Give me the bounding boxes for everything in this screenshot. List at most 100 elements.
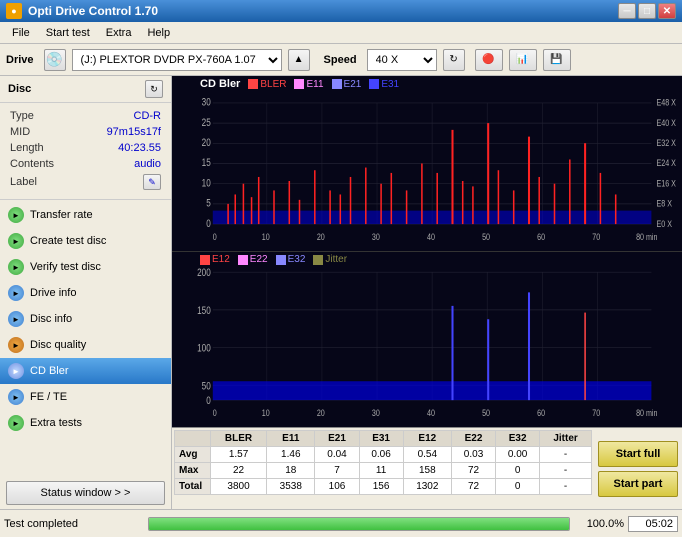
stats-avg-label: Avg [175, 447, 211, 463]
mid-label: MID [10, 125, 77, 139]
svg-text:30: 30 [202, 97, 211, 109]
sidebar-item-disc-quality[interactable]: ► Disc quality [0, 332, 171, 358]
nav-icon-disc-quality: ► [8, 337, 24, 353]
stats-total-e11: 3538 [267, 479, 315, 495]
sidebar-item-verify-test-disc[interactable]: ► Verify test disc [0, 254, 171, 280]
stats-col-e32: E32 [496, 431, 540, 447]
legend-e12-label: E12 [212, 254, 230, 265]
sidebar-item-disc-info[interactable]: ► Disc info [0, 306, 171, 332]
stats-total-e31: 156 [359, 479, 403, 495]
length-label: Length [10, 141, 77, 155]
legend-jitter-label: Jitter [325, 254, 347, 265]
sidebar-item-extra-tests[interactable]: ► Extra tests [0, 410, 171, 436]
mid-value: 97m15s17f [79, 125, 161, 139]
refresh-speed-button[interactable]: ↻ [443, 49, 465, 71]
sidebar-item-transfer-rate[interactable]: ► Transfer rate [0, 202, 171, 228]
drive-label: Drive [6, 54, 34, 66]
stats-max-bler: 22 [211, 463, 267, 479]
sidebar-item-fe-te[interactable]: ► FE / TE [0, 384, 171, 410]
options-button-2[interactable]: 📊 [509, 49, 537, 71]
top-chart-title: CD Bler [200, 78, 240, 90]
stats-avg-e21: 0.04 [315, 447, 359, 463]
speed-select[interactable]: 40 X [367, 49, 437, 71]
svg-text:E48 X: E48 X [657, 97, 677, 108]
drive-select[interactable]: (J:) PLEXTOR DVDR PX-760A 1.07 [72, 49, 282, 71]
top-chart-svg: 30 25 20 15 10 5 0 0 10 20 30 40 50 60 7… [172, 76, 682, 251]
legend-bler: BLER [248, 79, 286, 90]
stats-col-e21: E21 [315, 431, 359, 447]
close-button[interactable]: ✕ [658, 3, 676, 19]
svg-text:60: 60 [537, 231, 545, 242]
svg-text:50: 50 [202, 380, 211, 392]
svg-text:20: 20 [202, 137, 211, 149]
menu-file[interactable]: File [4, 25, 38, 41]
nav-label-fe-te: FE / TE [30, 391, 67, 403]
sidebar-item-drive-info[interactable]: ► Drive info [0, 280, 171, 306]
disc-contents-row: Contents audio [10, 157, 161, 171]
minimize-button[interactable]: ─ [618, 3, 636, 19]
legend-e11-label: E11 [306, 79, 323, 90]
stats-avg-bler: 1.57 [211, 447, 267, 463]
legend-e31-color [369, 79, 379, 89]
disc-header: Disc ↻ [0, 76, 171, 103]
nav-icon-extra-tests: ► [8, 415, 24, 431]
svg-text:20: 20 [317, 231, 325, 242]
status-window-button[interactable]: Status window > > [6, 481, 165, 505]
stats-panel: BLER E11 E21 E31 E12 E22 E32 Jitter Avg [172, 427, 682, 509]
menu-extra[interactable]: Extra [98, 25, 140, 41]
menu-help[interactable]: Help [139, 25, 178, 41]
stats-header-row: BLER E11 E21 E31 E12 E22 E32 Jitter [175, 431, 592, 447]
label-edit-button[interactable]: ✎ [143, 174, 161, 190]
nav-icon-verify-test-disc: ► [8, 259, 24, 275]
disc-length-row: Length 40:23.55 [10, 141, 161, 155]
nav-icon-fe-te: ► [8, 389, 24, 405]
svg-text:60: 60 [537, 407, 545, 418]
nav-label-drive-info: Drive info [30, 287, 76, 299]
svg-text:200: 200 [197, 267, 211, 279]
start-full-button[interactable]: Start full [598, 441, 678, 467]
stats-avg-e31: 0.06 [359, 447, 403, 463]
menu-start-test[interactable]: Start test [38, 25, 98, 41]
maximize-button[interactable]: □ [638, 3, 656, 19]
legend-e22: E22 [238, 254, 268, 265]
stats-col-empty [175, 431, 211, 447]
stats-col-bler: BLER [211, 431, 267, 447]
svg-text:0: 0 [213, 231, 217, 242]
drivebar: Drive 💿 (J:) PLEXTOR DVDR PX-760A 1.07 ▲… [0, 44, 682, 76]
stats-col-e12: E12 [403, 431, 451, 447]
type-value: CD-R [79, 109, 161, 123]
progress-percent: 100.0% [574, 518, 624, 530]
legend-e22-label: E22 [250, 254, 268, 265]
stats-total-row: Total 3800 3538 106 156 1302 72 0 - [175, 479, 592, 495]
nav-label-extra-tests: Extra tests [30, 417, 82, 429]
legend-e32-color [276, 255, 286, 265]
svg-text:70: 70 [592, 407, 600, 418]
contents-value: audio [79, 157, 161, 171]
svg-text:25: 25 [202, 117, 211, 129]
disc-label-value: ✎ [79, 173, 161, 191]
start-part-button[interactable]: Start part [598, 471, 678, 497]
drive-icon: 💿 [44, 49, 66, 71]
stats-col-e31: E31 [359, 431, 403, 447]
save-button[interactable]: 💾 [543, 49, 571, 71]
sidebar-item-cd-bler[interactable]: ► CD Bler [0, 358, 171, 384]
svg-text:50: 50 [482, 407, 490, 418]
options-button-1[interactable]: 🔴 [475, 49, 503, 71]
legend-bler-color [248, 79, 258, 89]
stats-avg-e12: 0.54 [403, 447, 451, 463]
stats-max-row: Max 22 18 7 11 158 72 0 - [175, 463, 592, 479]
titlebar: ● Opti Drive Control 1.70 ─ □ ✕ [0, 0, 682, 22]
sidebar-item-create-test-disc[interactable]: ► Create test disc [0, 228, 171, 254]
legend-e11-color [294, 79, 304, 89]
disc-refresh-button[interactable]: ↻ [145, 80, 163, 98]
legend-e32: E32 [276, 254, 306, 265]
svg-text:150: 150 [197, 305, 211, 317]
speed-label: Speed [324, 54, 357, 66]
svg-text:E24 X: E24 X [657, 157, 677, 168]
legend-e22-color [238, 255, 248, 265]
eject-button[interactable]: ▲ [288, 49, 310, 71]
menubar: File Start test Extra Help [0, 22, 682, 44]
legend-e12-color [200, 255, 210, 265]
stats-col-e11: E11 [267, 431, 315, 447]
stats-max-e31: 11 [359, 463, 403, 479]
